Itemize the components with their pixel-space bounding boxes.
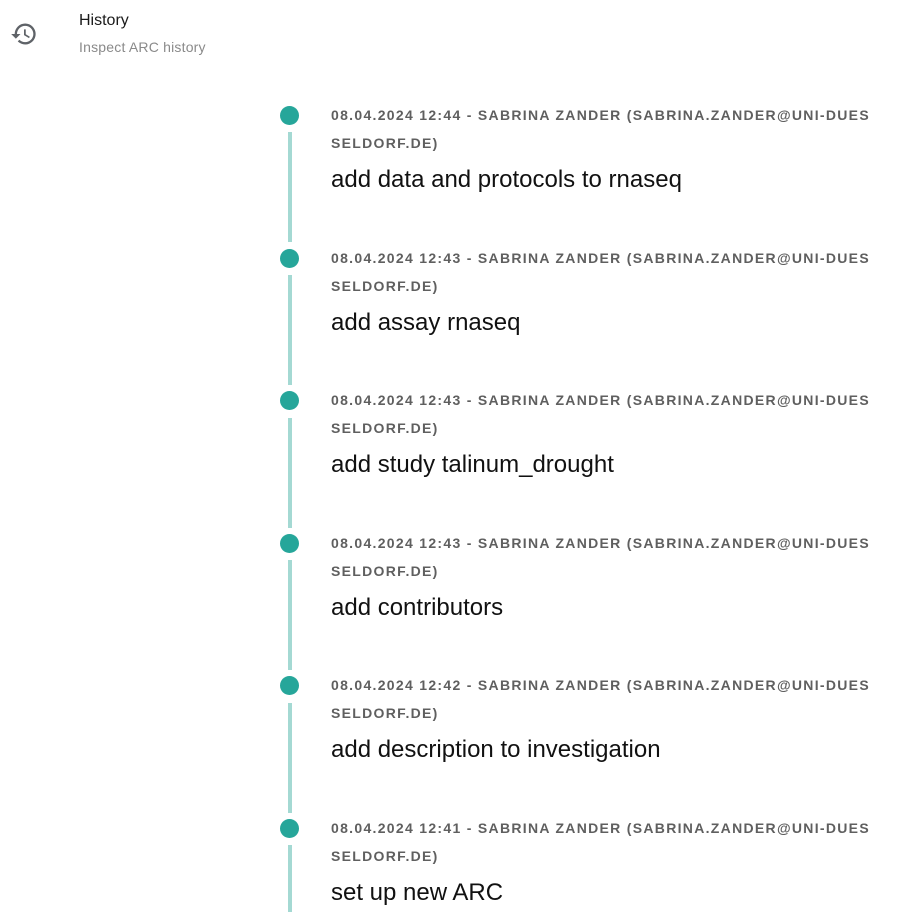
commit-meta: 08.04.2024 12:43 - SABRINA ZANDER (SABRI…: [331, 535, 870, 579]
commit-meta: 08.04.2024 12:43 - SABRINA ZANDER (SABRI…: [331, 250, 870, 294]
commit-meta: 08.04.2024 12:43 - SABRINA ZANDER (SABRI…: [331, 392, 870, 436]
commit-meta: 08.04.2024 12:42 - SABRINA ZANDER (SABRI…: [331, 677, 870, 721]
commit-message: add assay rnaseq: [331, 309, 521, 336]
timeline-connector: [288, 418, 292, 528]
history-timeline: 08.04.2024 12:44 - SABRINA ZANDER (SABRI…: [0, 0, 913, 912]
timeline-connector: [288, 560, 292, 670]
timeline-dot: [280, 249, 299, 268]
timeline-dot: [280, 676, 299, 695]
timeline-connector: [288, 845, 292, 912]
history-page: History Inspect ARC history 08.04.2024 1…: [0, 0, 913, 912]
commit-message: add contributors: [331, 594, 504, 621]
timeline-connector: [288, 132, 292, 242]
commit-meta: 08.04.2024 12:41 - SABRINA ZANDER (SABRI…: [331, 820, 870, 864]
commit-meta: 08.04.2024 12:44 - SABRINA ZANDER (SABRI…: [331, 107, 870, 151]
timeline-dot: [280, 106, 299, 125]
timeline-dot: [280, 534, 299, 553]
timeline-dot: [280, 391, 299, 410]
timeline-connector: [288, 275, 292, 385]
commit-message: add study talinum_drought: [331, 451, 614, 478]
commit-message: add description to investigation: [331, 736, 661, 763]
commit-message: add data and protocols to rnaseq: [331, 166, 682, 193]
commit-message: set up new ARC: [331, 879, 504, 906]
timeline-connector: [288, 703, 292, 813]
timeline-dot: [280, 819, 299, 838]
